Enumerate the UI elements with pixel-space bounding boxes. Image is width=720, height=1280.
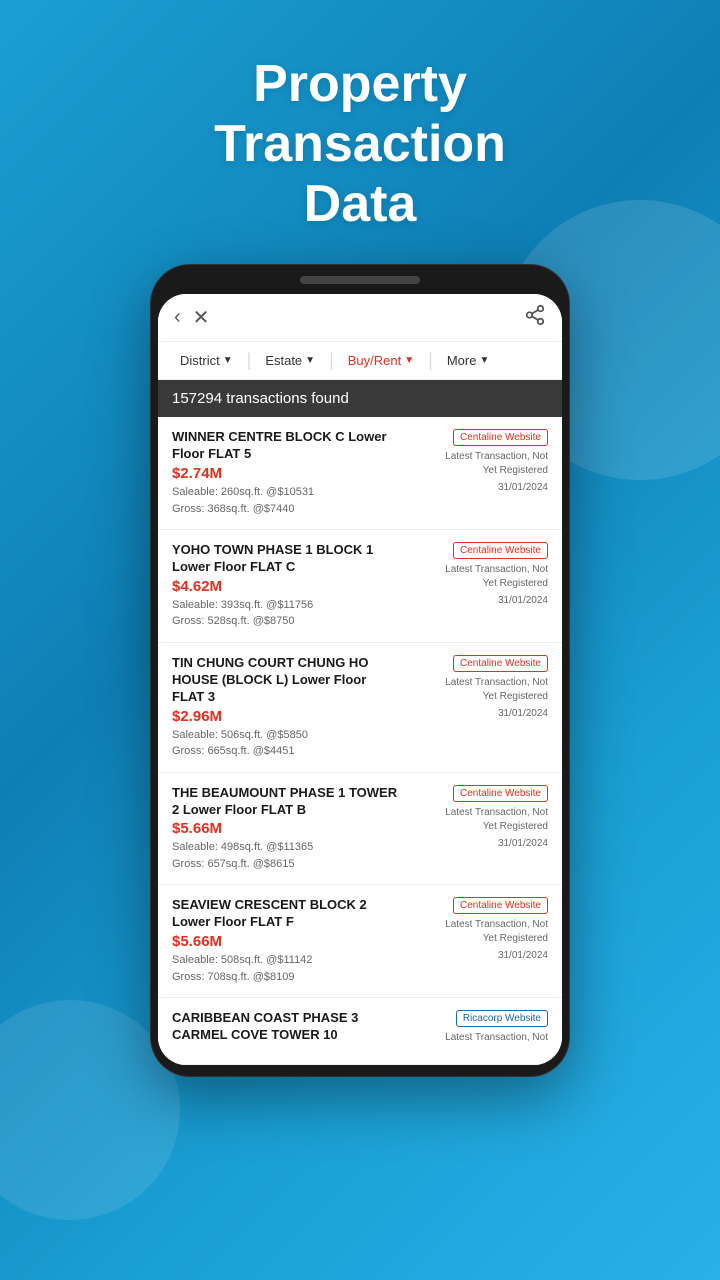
- buyrent-arrow-icon: ▼: [404, 355, 414, 366]
- table-row: WINNER CENTRE BLOCK C Lower Floor FLAT 5…: [158, 417, 562, 530]
- share-icon[interactable]: [524, 304, 546, 331]
- property-name-1: WINNER CENTRE BLOCK C Lower Floor FLAT 5: [172, 429, 400, 463]
- phone-frame: ‹ ✕ District ▼ | Estate ▼ |: [150, 264, 570, 1077]
- property-name-4: THE BEAUMOUNT PHASE 1 TOWER 2 Lower Floo…: [172, 785, 400, 819]
- back-icon[interactable]: ‹: [174, 306, 181, 329]
- transaction-list: WINNER CENTRE BLOCK C Lower Floor FLAT 5…: [158, 417, 562, 1065]
- table-row: YOHO TOWN PHASE 1 BLOCK 1 Lower Floor FL…: [158, 530, 562, 643]
- more-arrow-icon: ▼: [479, 355, 489, 366]
- filter-divider-1: |: [247, 350, 252, 371]
- transaction-status-6: Latest Transaction, Not: [445, 1031, 548, 1045]
- estate-arrow-icon: ▼: [305, 355, 315, 366]
- transaction-left-1: WINNER CENTRE BLOCK C Lower Floor FLAT 5…: [172, 429, 400, 517]
- transaction-status-4: Latest Transaction, NotYet Registered: [445, 806, 548, 834]
- transaction-status-1: Latest Transaction, NotYet Registered: [445, 450, 548, 478]
- transaction-date-1: 31/01/2024: [498, 482, 548, 493]
- property-details-2: Saleable: 393sq.ft. @$11756Gross: 528sq.…: [172, 597, 400, 630]
- table-row: TIN CHUNG COURT CHUNG HO HOUSE (BLOCK L)…: [158, 643, 562, 773]
- transaction-status-5: Latest Transaction, NotYet Registered: [445, 918, 548, 946]
- transaction-right-5: Centaline Website Latest Transaction, No…: [408, 897, 548, 985]
- property-price-5: $5.66M: [172, 933, 400, 950]
- transaction-left-6: CARIBBEAN COAST PHASE 3 CARMEL COVE TOWE…: [172, 1010, 400, 1046]
- transaction-right-2: Centaline Website Latest Transaction, No…: [408, 542, 548, 630]
- property-details-1: Saleable: 260sq.ft. @$10531Gross: 368sq.…: [172, 484, 400, 517]
- property-name-2: YOHO TOWN PHASE 1 BLOCK 1 Lower Floor FL…: [172, 542, 400, 576]
- transaction-date-5: 31/01/2024: [498, 950, 548, 961]
- centaline-website-button-4[interactable]: Centaline Website: [453, 785, 548, 802]
- property-details-4: Saleable: 498sq.ft. @$11365Gross: 657sq.…: [172, 839, 400, 872]
- transaction-left-3: TIN CHUNG COURT CHUNG HO HOUSE (BLOCK L)…: [172, 655, 400, 760]
- property-details-5: Saleable: 508sq.ft. @$11142Gross: 708sq.…: [172, 952, 400, 985]
- transaction-date-2: 31/01/2024: [498, 595, 548, 606]
- transaction-left-4: THE BEAUMOUNT PHASE 1 TOWER 2 Lower Floo…: [172, 785, 400, 873]
- property-name-3: TIN CHUNG COURT CHUNG HO HOUSE (BLOCK L)…: [172, 655, 400, 706]
- transaction-right-4: Centaline Website Latest Transaction, No…: [408, 785, 548, 873]
- district-arrow-icon: ▼: [223, 355, 233, 366]
- transaction-left-5: SEAVIEW CRESCENT BLOCK 2 Lower Floor FLA…: [172, 897, 400, 985]
- property-price-2: $4.62M: [172, 578, 400, 595]
- transaction-date-3: 31/01/2024: [498, 708, 548, 719]
- filter-buyrent-label: Buy/Rent: [348, 353, 401, 368]
- transaction-status-3: Latest Transaction, NotYet Registered: [445, 676, 548, 704]
- transaction-right-6: Ricacorp Website Latest Transaction, Not: [408, 1010, 548, 1046]
- filter-buyrent[interactable]: Buy/Rent ▼: [338, 348, 424, 373]
- transaction-date-4: 31/01/2024: [498, 838, 548, 849]
- table-row: SEAVIEW CRESCENT BLOCK 2 Lower Floor FLA…: [158, 885, 562, 998]
- nav-left: ‹ ✕: [174, 305, 209, 330]
- transaction-status-2: Latest Transaction, NotYet Registered: [445, 563, 548, 591]
- property-price-1: $2.74M: [172, 465, 400, 482]
- property-price-4: $5.66M: [172, 820, 400, 837]
- filter-more[interactable]: More ▼: [437, 348, 500, 373]
- filter-district[interactable]: District ▼: [170, 348, 243, 373]
- ricacorp-website-button-6[interactable]: Ricacorp Website: [456, 1010, 548, 1027]
- filter-divider-3: |: [428, 350, 433, 371]
- property-name-6: CARIBBEAN COAST PHASE 3 CARMEL COVE TOWE…: [172, 1010, 400, 1044]
- phone-screen: ‹ ✕ District ▼ | Estate ▼ |: [158, 294, 562, 1065]
- property-name-5: SEAVIEW CRESCENT BLOCK 2 Lower Floor FLA…: [172, 897, 400, 931]
- count-bar: 157294 transactions found: [158, 380, 562, 417]
- transaction-right-3: Centaline Website Latest Transaction, No…: [408, 655, 548, 760]
- centaline-website-button-5[interactable]: Centaline Website: [453, 897, 548, 914]
- centaline-website-button-2[interactable]: Centaline Website: [453, 542, 548, 559]
- property-price-3: $2.96M: [172, 708, 400, 725]
- phone-notch: [300, 276, 420, 284]
- transaction-left-2: YOHO TOWN PHASE 1 BLOCK 1 Lower Floor FL…: [172, 542, 400, 630]
- table-row: THE BEAUMOUNT PHASE 1 TOWER 2 Lower Floo…: [158, 773, 562, 886]
- centaline-website-button-1[interactable]: Centaline Website: [453, 429, 548, 446]
- transaction-count: 157294 transactions found: [172, 390, 349, 407]
- nav-bar: ‹ ✕: [158, 294, 562, 342]
- filter-bar: District ▼ | Estate ▼ | Buy/Rent ▼ | Mor…: [158, 342, 562, 380]
- filter-estate-label: Estate: [265, 353, 302, 368]
- close-icon[interactable]: ✕: [193, 305, 210, 330]
- table-row: CARIBBEAN COAST PHASE 3 CARMEL COVE TOWE…: [158, 998, 562, 1065]
- property-details-3: Saleable: 506sq.ft. @$5850Gross: 665sq.f…: [172, 727, 400, 760]
- centaline-website-button-3[interactable]: Centaline Website: [453, 655, 548, 672]
- filter-divider-2: |: [329, 350, 334, 371]
- transaction-right-1: Centaline Website Latest Transaction, No…: [408, 429, 548, 517]
- filter-more-label: More: [447, 353, 477, 368]
- page-title: Property Transaction Data: [214, 55, 506, 234]
- filter-estate[interactable]: Estate ▼: [255, 348, 325, 373]
- filter-district-label: District: [180, 353, 220, 368]
